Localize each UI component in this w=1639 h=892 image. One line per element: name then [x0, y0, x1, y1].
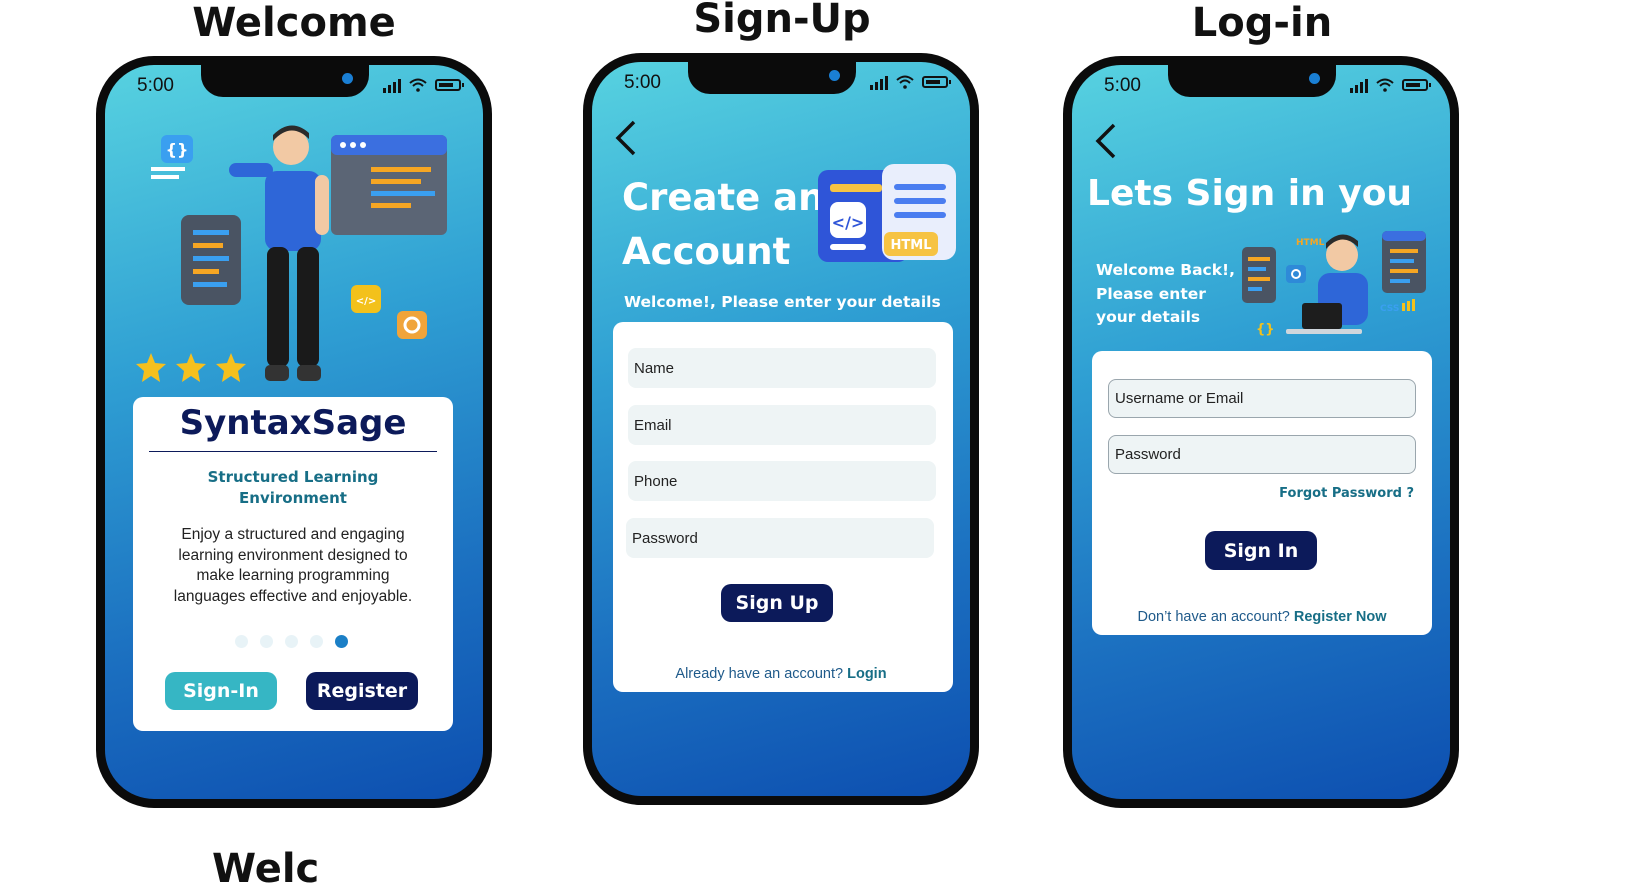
camera-dot — [1309, 73, 1320, 84]
email-field[interactable]: Email — [628, 405, 936, 445]
signup-footer: Already have an account? Login — [613, 666, 949, 682]
sign-up-button[interactable]: Sign Up — [721, 584, 833, 622]
signal-icon — [383, 77, 401, 93]
forgot-password-link[interactable]: Forgot Password ? — [1279, 486, 1414, 501]
sign-in-button[interactable]: Sign In — [1205, 531, 1317, 570]
developer-figure — [229, 125, 329, 381]
signup-subtitle: Welcome!, Please enter your details — [624, 293, 941, 311]
pagination-dot[interactable] — [235, 635, 248, 648]
phone-notch — [201, 65, 369, 97]
login-link[interactable]: Login — [847, 666, 886, 682]
sign-in-button[interactable]: Sign-In — [165, 672, 277, 710]
css-badge-icon: CSS — [1380, 304, 1399, 314]
html-badge-icon: HTML — [1296, 238, 1325, 248]
signup-phone: 5:00 Create an Account </> HTML Welcome!… — [583, 53, 979, 805]
register-now-link[interactable]: Register Now — [1294, 609, 1387, 625]
register-button[interactable]: Register — [306, 672, 418, 710]
wifi-icon — [409, 78, 427, 92]
status-icons — [870, 74, 951, 90]
gear-icon — [1286, 265, 1306, 283]
star-icon — [136, 353, 246, 382]
phone-notch — [1168, 65, 1336, 97]
status-time: 5:00 — [624, 72, 661, 93]
login-screen-heading: Log-in — [1191, 0, 1333, 46]
login-footer-text: Don’t have an account? — [1137, 609, 1290, 625]
login-footer: Don’t have an account? Register Now — [1092, 609, 1432, 625]
camera-dot — [342, 73, 353, 84]
login-title: Lets Sign in you — [1087, 173, 1413, 214]
status-icons — [383, 77, 464, 93]
developer-laptop-illustration: HTML {} CSS — [1242, 231, 1426, 337]
battery-icon — [1402, 79, 1431, 91]
battery-icon — [922, 76, 951, 88]
cut-off-caption: Welc — [212, 846, 320, 892]
signal-icon — [870, 74, 888, 90]
brand-name: SyntaxSage — [179, 403, 407, 443]
signal-icon — [1350, 77, 1368, 93]
code-tag-icon: </> — [351, 285, 381, 313]
svg-text:</>: </> — [356, 296, 376, 307]
pagination-dots — [235, 635, 348, 648]
code-bubble-icon: {} — [151, 135, 193, 179]
login-form-card: Username or Email Password Forgot Passwo… — [1092, 351, 1432, 635]
developer-illustration: {} </> — [136, 125, 447, 382]
status-time: 5:00 — [1104, 75, 1141, 96]
signup-footer-text: Already have an account? — [675, 666, 844, 682]
phone-field[interactable]: Phone — [628, 461, 936, 501]
password-field[interactable]: Password — [626, 518, 934, 558]
phone-notch — [688, 62, 856, 94]
html-illustration: </> HTML — [818, 164, 956, 262]
pagination-dot[interactable] — [260, 635, 273, 648]
signup-title-line2: Account — [622, 230, 791, 273]
brand-divider — [149, 451, 437, 452]
status-icons — [1350, 77, 1431, 93]
welcome-phone: 5:00 {} </> SyntaxSage Structured Learni… — [96, 56, 492, 808]
feature-subtitle: Structured Learning Environment — [207, 468, 379, 507]
battery-icon — [435, 79, 464, 91]
signup-form-card: Name Email Phone Password Sign Up Alread… — [613, 322, 953, 692]
feature-description: Enjoy a structured and engaging learning… — [173, 526, 413, 605]
signup-screen-heading: Sign-Up — [693, 0, 871, 42]
gear-icon — [397, 311, 427, 339]
pagination-dot-active[interactable] — [335, 635, 348, 648]
code-window-left — [181, 215, 241, 305]
pagination-dot[interactable] — [285, 635, 298, 648]
wifi-icon — [1376, 78, 1394, 92]
braces-icon: {} — [1256, 322, 1275, 337]
welcome-card: SyntaxSage Structured Learning Environme… — [133, 397, 453, 731]
password-field[interactable]: Password — [1108, 435, 1416, 474]
signup-title-line1: Create an — [622, 176, 825, 219]
illustration-badge: HTML — [891, 238, 932, 253]
wifi-icon — [896, 75, 914, 89]
back-chevron-icon[interactable] — [610, 118, 640, 158]
pagination-dot[interactable] — [310, 635, 323, 648]
svg-text:{}: {} — [166, 140, 189, 159]
welcome-screen-heading: Welcome — [192, 0, 396, 46]
back-chevron-icon[interactable] — [1090, 121, 1120, 161]
login-phone: 5:00 Lets Sign in you Welcome Back!, Ple… — [1063, 56, 1459, 808]
svg-text:</>: </> — [832, 213, 865, 232]
camera-dot — [829, 70, 840, 81]
username-email-field[interactable]: Username or Email — [1108, 379, 1416, 418]
name-field[interactable]: Name — [628, 348, 936, 388]
login-welcome-text: Welcome Back!, Please enter your details — [1096, 261, 1235, 326]
status-time: 5:00 — [137, 75, 174, 96]
code-window-top — [331, 135, 447, 235]
